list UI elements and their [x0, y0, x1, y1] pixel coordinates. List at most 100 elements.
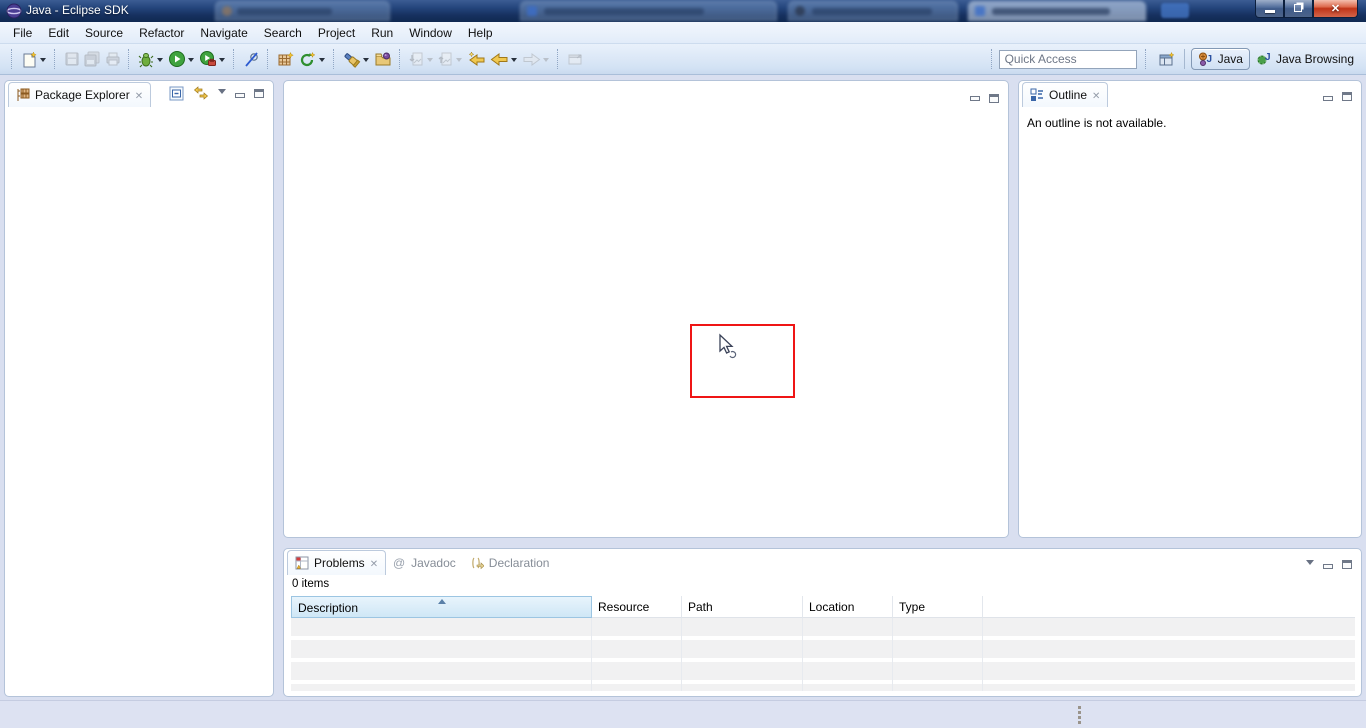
editor-area[interactable] [283, 80, 1009, 538]
bottom-panel-header: Problems @ Javadoc Declaration [284, 549, 1361, 575]
java-browsing-perspective-icon: J [1256, 51, 1272, 67]
problems-icon [295, 556, 309, 570]
dropdown-arrow-icon[interactable] [511, 58, 517, 65]
tab-package-explorer[interactable]: Package Explorer [8, 82, 151, 107]
dropdown-arrow-icon[interactable] [188, 58, 194, 65]
menu-item-navigate[interactable]: Navigate [192, 23, 255, 43]
minimize-view-icon[interactable] [1323, 564, 1333, 569]
perspective-java-browsing-label: Java Browsing [1276, 52, 1354, 66]
menu-item-window[interactable]: Window [401, 23, 460, 43]
view-menu-icon[interactable] [1306, 560, 1314, 569]
tab-javadoc-label: Javadoc [411, 556, 456, 570]
package-explorer-icon [16, 88, 30, 102]
package-explorer-body[interactable] [5, 107, 273, 696]
debug-button[interactable] [136, 47, 166, 71]
new-wizard-icon [21, 51, 38, 68]
dropdown-arrow-icon[interactable] [543, 58, 549, 65]
svg-text:@: @ [393, 556, 405, 569]
tab-declaration[interactable]: Declaration [463, 550, 557, 575]
window-controls [1255, 0, 1358, 18]
forward-button[interactable] [520, 47, 552, 71]
search-button[interactable] [341, 47, 372, 71]
package-explorer-view: Package Explorer [4, 80, 274, 697]
dropdown-arrow-icon[interactable] [363, 58, 369, 65]
next-annotation-button[interactable] [407, 47, 436, 71]
menu-item-search[interactable]: Search [256, 23, 310, 43]
main-toolbar: J Java J Java Browsing [0, 44, 1366, 75]
editor-canvas[interactable] [284, 81, 1008, 537]
problems-table: Description Resource Path Location Type [291, 596, 1355, 691]
open-perspective-button[interactable] [1156, 47, 1178, 71]
close-icon[interactable] [135, 88, 143, 102]
maximize-view-icon[interactable] [254, 89, 264, 98]
save-all-button[interactable] [82, 47, 103, 71]
print-button[interactable] [103, 47, 123, 71]
new-java-class-button[interactable] [297, 47, 328, 71]
quick-access-input[interactable] [999, 50, 1137, 69]
perspective-java-browsing-button[interactable]: J Java Browsing [1250, 49, 1360, 69]
close-icon[interactable] [370, 556, 378, 570]
menu-item-edit[interactable]: Edit [40, 23, 77, 43]
menu-item-project[interactable]: Project [310, 23, 363, 43]
view-menu-icon[interactable] [218, 89, 226, 98]
problems-table-rows[interactable] [291, 618, 1355, 691]
external-tools-icon [199, 50, 217, 68]
skip-all-breakpoints-button[interactable] [241, 47, 262, 71]
sort-ascending-icon [438, 596, 446, 604]
restore-window-button[interactable] [1284, 0, 1313, 18]
last-edit-location-button[interactable] [465, 47, 488, 71]
menu-item-run[interactable]: Run [363, 23, 401, 43]
dropdown-arrow-icon[interactable] [456, 58, 462, 65]
menu-item-help[interactable]: Help [460, 23, 501, 43]
maximize-view-icon[interactable] [1342, 92, 1352, 101]
minimize-window-button[interactable] [1255, 0, 1284, 18]
tab-problems-label: Problems [314, 556, 365, 570]
dropdown-arrow-icon[interactable] [40, 58, 46, 65]
run-external-tools-button[interactable] [197, 47, 228, 71]
back-button[interactable] [488, 47, 520, 71]
tab-outline[interactable]: Outline [1022, 82, 1108, 107]
perspective-java-button[interactable]: J Java [1191, 48, 1250, 70]
column-header-description[interactable]: Description [291, 596, 592, 618]
column-header-path[interactable]: Path [682, 596, 803, 618]
tab-problems[interactable]: Problems [287, 550, 386, 575]
menu-item-file[interactable]: File [5, 23, 40, 43]
back-arrow-icon [490, 51, 509, 68]
column-header-location[interactable]: Location [803, 596, 893, 618]
debug-icon [138, 51, 155, 68]
column-header-resource[interactable]: Resource [592, 596, 682, 618]
run-button[interactable] [166, 47, 197, 71]
tab-javadoc[interactable]: @ Javadoc [386, 550, 463, 575]
skip-breakpoints-icon [243, 51, 260, 68]
toolbar-separator [557, 49, 560, 69]
save-icon [64, 51, 80, 67]
title-bar[interactable]: Java - Eclipse SDK [0, 0, 1366, 22]
previous-annotation-button[interactable] [436, 47, 465, 71]
link-with-editor-icon[interactable] [193, 86, 209, 101]
toolbar-separator [1145, 49, 1148, 69]
dropdown-arrow-icon[interactable] [157, 58, 163, 65]
minimize-view-icon[interactable] [235, 93, 245, 98]
status-bar-drag-handle[interactable] [1078, 706, 1081, 724]
dropdown-arrow-icon[interactable] [427, 58, 433, 65]
save-button[interactable] [62, 47, 82, 71]
problems-view-panel: Problems @ Javadoc Declaration 0 items [283, 548, 1362, 697]
maximize-view-icon[interactable] [1342, 560, 1352, 569]
collapse-all-icon[interactable] [169, 86, 184, 101]
close-window-button[interactable] [1313, 0, 1358, 18]
open-editor-button[interactable] [565, 47, 586, 71]
column-header-type[interactable]: Type [893, 596, 983, 618]
dropdown-arrow-icon[interactable] [319, 58, 325, 65]
perspective-divider [1184, 49, 1185, 69]
menu-item-refactor[interactable]: Refactor [131, 23, 192, 43]
new-wizard-button[interactable] [19, 47, 49, 71]
minimize-view-icon[interactable] [1323, 96, 1333, 101]
dropdown-arrow-icon[interactable] [219, 58, 225, 65]
search-flashlight-icon [343, 51, 361, 68]
print-icon [105, 51, 121, 67]
column-header-filler [983, 596, 1355, 618]
close-icon[interactable] [1092, 88, 1100, 102]
menu-item-source[interactable]: Source [77, 23, 131, 43]
new-java-project-button[interactable] [275, 47, 297, 71]
open-type-button[interactable] [372, 47, 394, 71]
